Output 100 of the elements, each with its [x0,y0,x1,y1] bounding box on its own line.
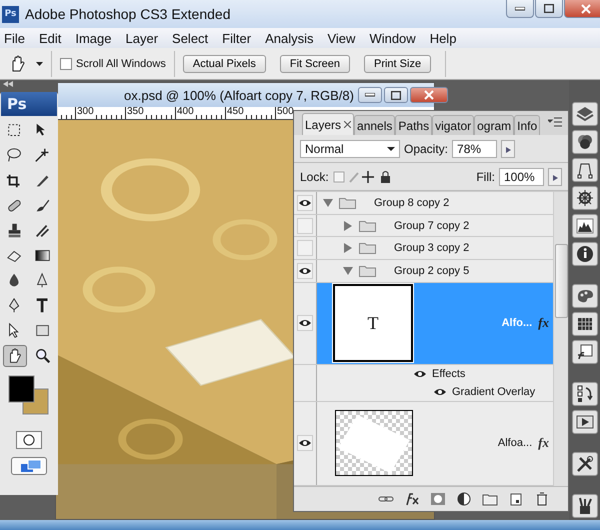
maximize-button[interactable] [384,87,408,103]
ruler-label: 300 [75,107,94,119]
fill-label: Fill: [476,170,495,184]
history-icon[interactable] [572,382,598,406]
visibility-toggle[interactable] [297,263,313,280]
paths-icon[interactable] [572,158,598,182]
menu-item[interactable]: Select [171,30,210,46]
eye-icon [298,266,312,276]
expanded-triangle-icon[interactable] [343,266,353,276]
menu-item[interactable]: Window [368,30,417,46]
foreground-color-swatch[interactable] [8,376,34,402]
menu-item[interactable]: Help [428,30,458,46]
layers-icon[interactable] [572,102,598,126]
effects-label: Effects [432,368,466,380]
checkbox[interactable] [60,58,72,70]
minimize-button[interactable] [358,87,382,103]
adjustment-icon[interactable] [456,492,472,506]
layer-row[interactable]: Group 7 copy 2 [294,214,553,238]
ruler-label: 450 [225,107,244,119]
palette-icon[interactable] [572,284,598,308]
panel-tab[interactable]: Paths [395,115,432,135]
lock-label: Lock: [300,170,329,184]
lock-options-drawing[interactable] [332,170,393,184]
play-icon[interactable] [572,410,598,434]
menu-item[interactable]: Filter [221,30,252,46]
option-button[interactable]: Print Size [364,54,432,72]
hand-icon[interactable] [3,345,27,367]
blend-mode-dropdown[interactable]: Normal [300,140,400,158]
layer-row[interactable]: Group 8 copy 2 [294,192,553,215]
close-button[interactable] [410,87,448,103]
folder-icon [339,196,356,209]
opacity-stepper[interactable] [501,140,516,158]
ruler-label: 400 [175,107,194,119]
ruler-label: 350 [125,107,144,119]
layer-name: Group 3 copy 2 [394,242,470,254]
fill-stepper[interactable] [548,168,562,186]
effect-name: Gradient Overlay [452,386,536,398]
visibility-toggle[interactable] [297,194,313,211]
swatches-icon[interactable] [572,312,598,336]
layer-row[interactable]: T Alfo... fx [294,282,553,366]
visibility-toggle[interactable] [297,218,313,234]
visibility-toggle[interactable] [297,240,313,256]
circle-icon [23,434,35,446]
expanded-triangle-icon[interactable] [323,198,333,208]
opacity-label: Opacity: [404,142,448,156]
styles-icon[interactable] [572,340,598,364]
eye-icon [298,438,312,448]
maximize-icon [544,4,554,13]
fx-icon[interactable] [404,492,420,506]
caret-icon[interactable] [36,62,43,66]
menu-item[interactable]: Edit [38,30,62,46]
info-icon[interactable] [572,242,598,266]
folder-icon [359,242,376,254]
panel-tab[interactable]: vigator [432,115,474,135]
app-icon: Ps [2,6,19,22]
menu-item[interactable]: View [326,30,356,46]
minimize-button[interactable] [506,0,534,18]
close-icon[interactable] [344,121,352,128]
visibility-toggle[interactable] [297,435,313,452]
effects-indicator: fx [538,435,549,452]
trash-icon[interactable] [534,492,550,506]
panel-tab[interactable]: Info [514,115,540,135]
option-button[interactable]: Actual Pixels [182,54,266,72]
layer-row[interactable]: Alfoa... fx [294,402,553,486]
menu-item[interactable]: Layer [124,30,160,46]
collapsed-triangle-icon[interactable] [343,243,353,254]
screen-mode-button[interactable] [11,457,47,475]
new-layer-icon[interactable] [508,492,524,506]
scrollbar[interactable] [553,192,568,486]
collapsed-triangle-icon[interactable] [343,220,353,231]
layer-row[interactable]: Group 3 copy 2 [294,237,553,260]
menu-item[interactable]: Image [74,30,112,46]
mask-icon[interactable] [430,492,446,506]
option-button[interactable]: Fit Screen [280,54,350,72]
panel-tab[interactable]: annels [354,115,396,135]
close-button[interactable] [564,0,600,18]
eye-icon[interactable] [413,369,427,380]
panel-tab[interactable]: ogram [474,115,514,135]
opacity-field[interactable]: 78% [452,140,498,158]
histogram-icon[interactable] [572,214,598,238]
layer-name: Group 7 copy 2 [394,220,470,232]
folder-icon[interactable] [482,492,498,506]
panel-tab[interactable]: Layers [302,113,354,135]
quick-mask-button[interactable] [16,431,42,449]
menu-item[interactable]: Analysis [264,30,314,46]
tools-icon[interactable] [572,452,598,476]
menu-item[interactable]: File [3,30,26,46]
eye-icon[interactable] [433,386,447,397]
close-icon [424,90,434,100]
folder-icon [359,220,376,232]
panel-menu-icon[interactable] [548,117,562,127]
navigator-icon[interactable] [572,186,598,210]
fill-field[interactable]: 100% [499,168,544,186]
background-color-swatch[interactable] [22,388,48,414]
close-icon [581,4,591,14]
minimize-icon [364,93,375,97]
maximize-button[interactable] [535,0,563,18]
channels-icon[interactable] [572,130,598,154]
brushes-icon[interactable] [572,494,598,518]
visibility-toggle[interactable] [297,315,313,332]
